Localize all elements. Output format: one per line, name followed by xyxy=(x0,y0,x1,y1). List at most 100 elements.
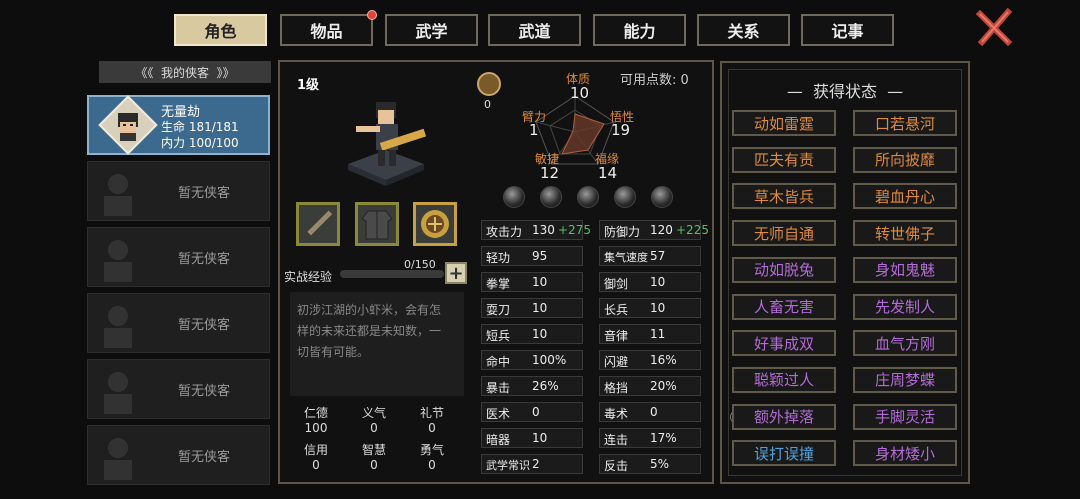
tab-martial-arts[interactable]: 武学 xyxy=(385,14,478,46)
tab-wudao[interactable]: 武道 xyxy=(488,14,581,46)
empty-slot[interactable]: 暂无侠客 xyxy=(87,293,270,353)
status-badge[interactable]: 匹夫有责 xyxy=(732,146,836,173)
attr-key: 命中 xyxy=(486,355,511,369)
attr-key: 医术 xyxy=(486,407,511,421)
attr-row: 医术 0 xyxy=(481,402,583,422)
attr-key: 连击 xyxy=(604,433,629,447)
armor-slot[interactable] xyxy=(355,202,399,246)
empty-slot[interactable]: 暂无侠客 xyxy=(87,359,270,419)
virtue-value: 0 xyxy=(312,458,320,472)
empty-slot[interactable]: 暂无侠客 xyxy=(87,227,270,287)
attr-value: 17% xyxy=(650,431,677,445)
tab-journal[interactable]: 记事 xyxy=(801,14,894,46)
attr-row: 命中 100% xyxy=(481,350,583,370)
attr-key: 暴击 xyxy=(486,381,511,395)
available-points: 可用点数: 0 xyxy=(620,69,689,88)
virtue-name: 信用 xyxy=(303,443,328,457)
status-panel-title: — 获得状态 — xyxy=(786,82,904,101)
attr-value: 16% xyxy=(650,353,677,367)
status-badge[interactable]: 碧血丹心 xyxy=(853,183,957,210)
tab-role[interactable]: 角色 xyxy=(174,14,267,46)
status-badge[interactable]: 身材矮小 xyxy=(853,440,957,467)
empty-silhouette-icon xyxy=(104,174,132,216)
attr-value: 57 xyxy=(650,249,666,263)
attr-bonus: +225 xyxy=(676,223,709,237)
tab-items[interactable]: 物品 xyxy=(280,10,377,46)
empty-orb-slot-icon[interactable] xyxy=(614,186,636,208)
attr-row: 连击 17% xyxy=(599,428,701,448)
empty-slot-label: 暂无侠客 xyxy=(178,186,231,201)
empty-slot[interactable]: 暂无侠客 xyxy=(87,425,270,485)
status-badge[interactable]: 额外掉落 xyxy=(732,403,836,430)
status-badge[interactable]: 聪颖过人 xyxy=(732,366,836,393)
status-badge[interactable]: 手脚灵活 xyxy=(853,403,957,430)
character-description: 初涉江湖的小虾米，会有怎 样的未来还都是未知数，一 切皆有可能。 xyxy=(290,292,464,396)
status-badge[interactable]: 误打误撞 xyxy=(732,440,836,467)
exp-bar xyxy=(340,270,444,278)
status-badge[interactable]: 庄周梦蝶 xyxy=(853,366,957,393)
weapon-slot[interactable] xyxy=(296,202,340,246)
empty-orb-slot-icon[interactable] xyxy=(503,186,525,208)
status-badge[interactable]: 先发制人 xyxy=(853,293,957,320)
status-badge[interactable]: 草木皆兵 xyxy=(732,183,836,210)
attr-value: 10 xyxy=(532,327,548,341)
status-badge[interactable]: 人畜无害 xyxy=(732,293,836,320)
attr-key: 御剑 xyxy=(604,277,629,291)
empty-slot[interactable]: 暂无侠客 xyxy=(87,161,270,221)
empty-orb-slot-icon[interactable] xyxy=(577,186,599,208)
attr-key: 格挡 xyxy=(604,381,629,395)
close-icon[interactable] xyxy=(976,8,1014,46)
attr-value: 0 xyxy=(650,405,658,419)
attr-row: 格挡 20% xyxy=(599,376,701,396)
status-badge[interactable]: 动如脱兔 xyxy=(732,256,836,283)
roster-title: 《《 我的侠客 》》 xyxy=(99,61,271,83)
attr-row: 暗器 10 xyxy=(481,428,583,448)
add-exp-button[interactable]: + xyxy=(445,262,467,284)
empty-slot-label: 暂无侠客 xyxy=(178,450,231,465)
status-badge[interactable]: 无师自通 xyxy=(732,220,836,247)
status-badge[interactable]: 转世佛子 xyxy=(853,220,957,247)
mp-value: 100/100 xyxy=(188,136,239,150)
attr-row: 御剑 10 xyxy=(599,272,701,292)
hero-slot[interactable]: 无量劫 生命 181/181 内力 100/100 xyxy=(87,95,270,155)
tab-abilities[interactable]: 能力 xyxy=(593,14,686,46)
attr-value: 130 xyxy=(532,223,555,237)
virtue-zhihui: 智慧 0 xyxy=(345,441,403,472)
attr-row: 轻功 95 xyxy=(481,246,583,266)
attr-row: 拳掌 10 xyxy=(481,272,583,292)
attr-key: 耍刀 xyxy=(486,303,511,317)
stat-biili-value: 1 xyxy=(529,121,539,139)
exp-label: 实战经验 xyxy=(284,270,333,284)
attr-row: 长兵 10 xyxy=(599,298,701,318)
attr-key: 音律 xyxy=(604,329,629,343)
attr-key: 闪避 xyxy=(604,355,629,369)
status-badge[interactable]: 所向披靡 xyxy=(853,146,957,173)
tab-relations[interactable]: 关系 xyxy=(697,14,790,46)
empty-orb-slot-icon[interactable] xyxy=(540,186,562,208)
status-badge[interactable]: 好事成双 xyxy=(732,330,836,357)
attr-key: 轻功 xyxy=(486,251,511,265)
virtue-value: 0 xyxy=(370,458,378,472)
empty-silhouette-icon xyxy=(104,438,132,480)
virtue-lijie: 礼节 0 xyxy=(403,404,461,435)
status-badge[interactable]: 动如雷霆 xyxy=(732,110,836,136)
character-sprite xyxy=(348,102,427,186)
attr-key: 反击 xyxy=(604,459,629,473)
virtue-value: 0 xyxy=(428,421,436,435)
roster-title-text: 我的侠客 xyxy=(160,65,209,80)
attr-value: 10 xyxy=(532,301,548,315)
attr-key: 短兵 xyxy=(486,329,511,343)
status-badge[interactable]: 身如鬼魅 xyxy=(853,256,957,283)
attr-key: 暗器 xyxy=(486,433,511,447)
stat-wuxing-value: 19 xyxy=(611,121,631,139)
status-badge[interactable]: 血气方刚 xyxy=(853,330,957,357)
virtue-name: 礼节 xyxy=(419,406,444,420)
accessory-slot[interactable] xyxy=(413,202,457,246)
empty-orb-slot-icon[interactable] xyxy=(651,186,673,208)
attr-key: 攻击力 xyxy=(486,225,523,239)
status-badge[interactable]: 口若悬河 xyxy=(853,110,957,136)
attr-key: 防御力 xyxy=(604,225,641,239)
virtue-xinyong: 信用 0 xyxy=(287,441,345,472)
attr-value: 10 xyxy=(650,275,666,289)
hp-value: 181/181 xyxy=(188,120,239,134)
